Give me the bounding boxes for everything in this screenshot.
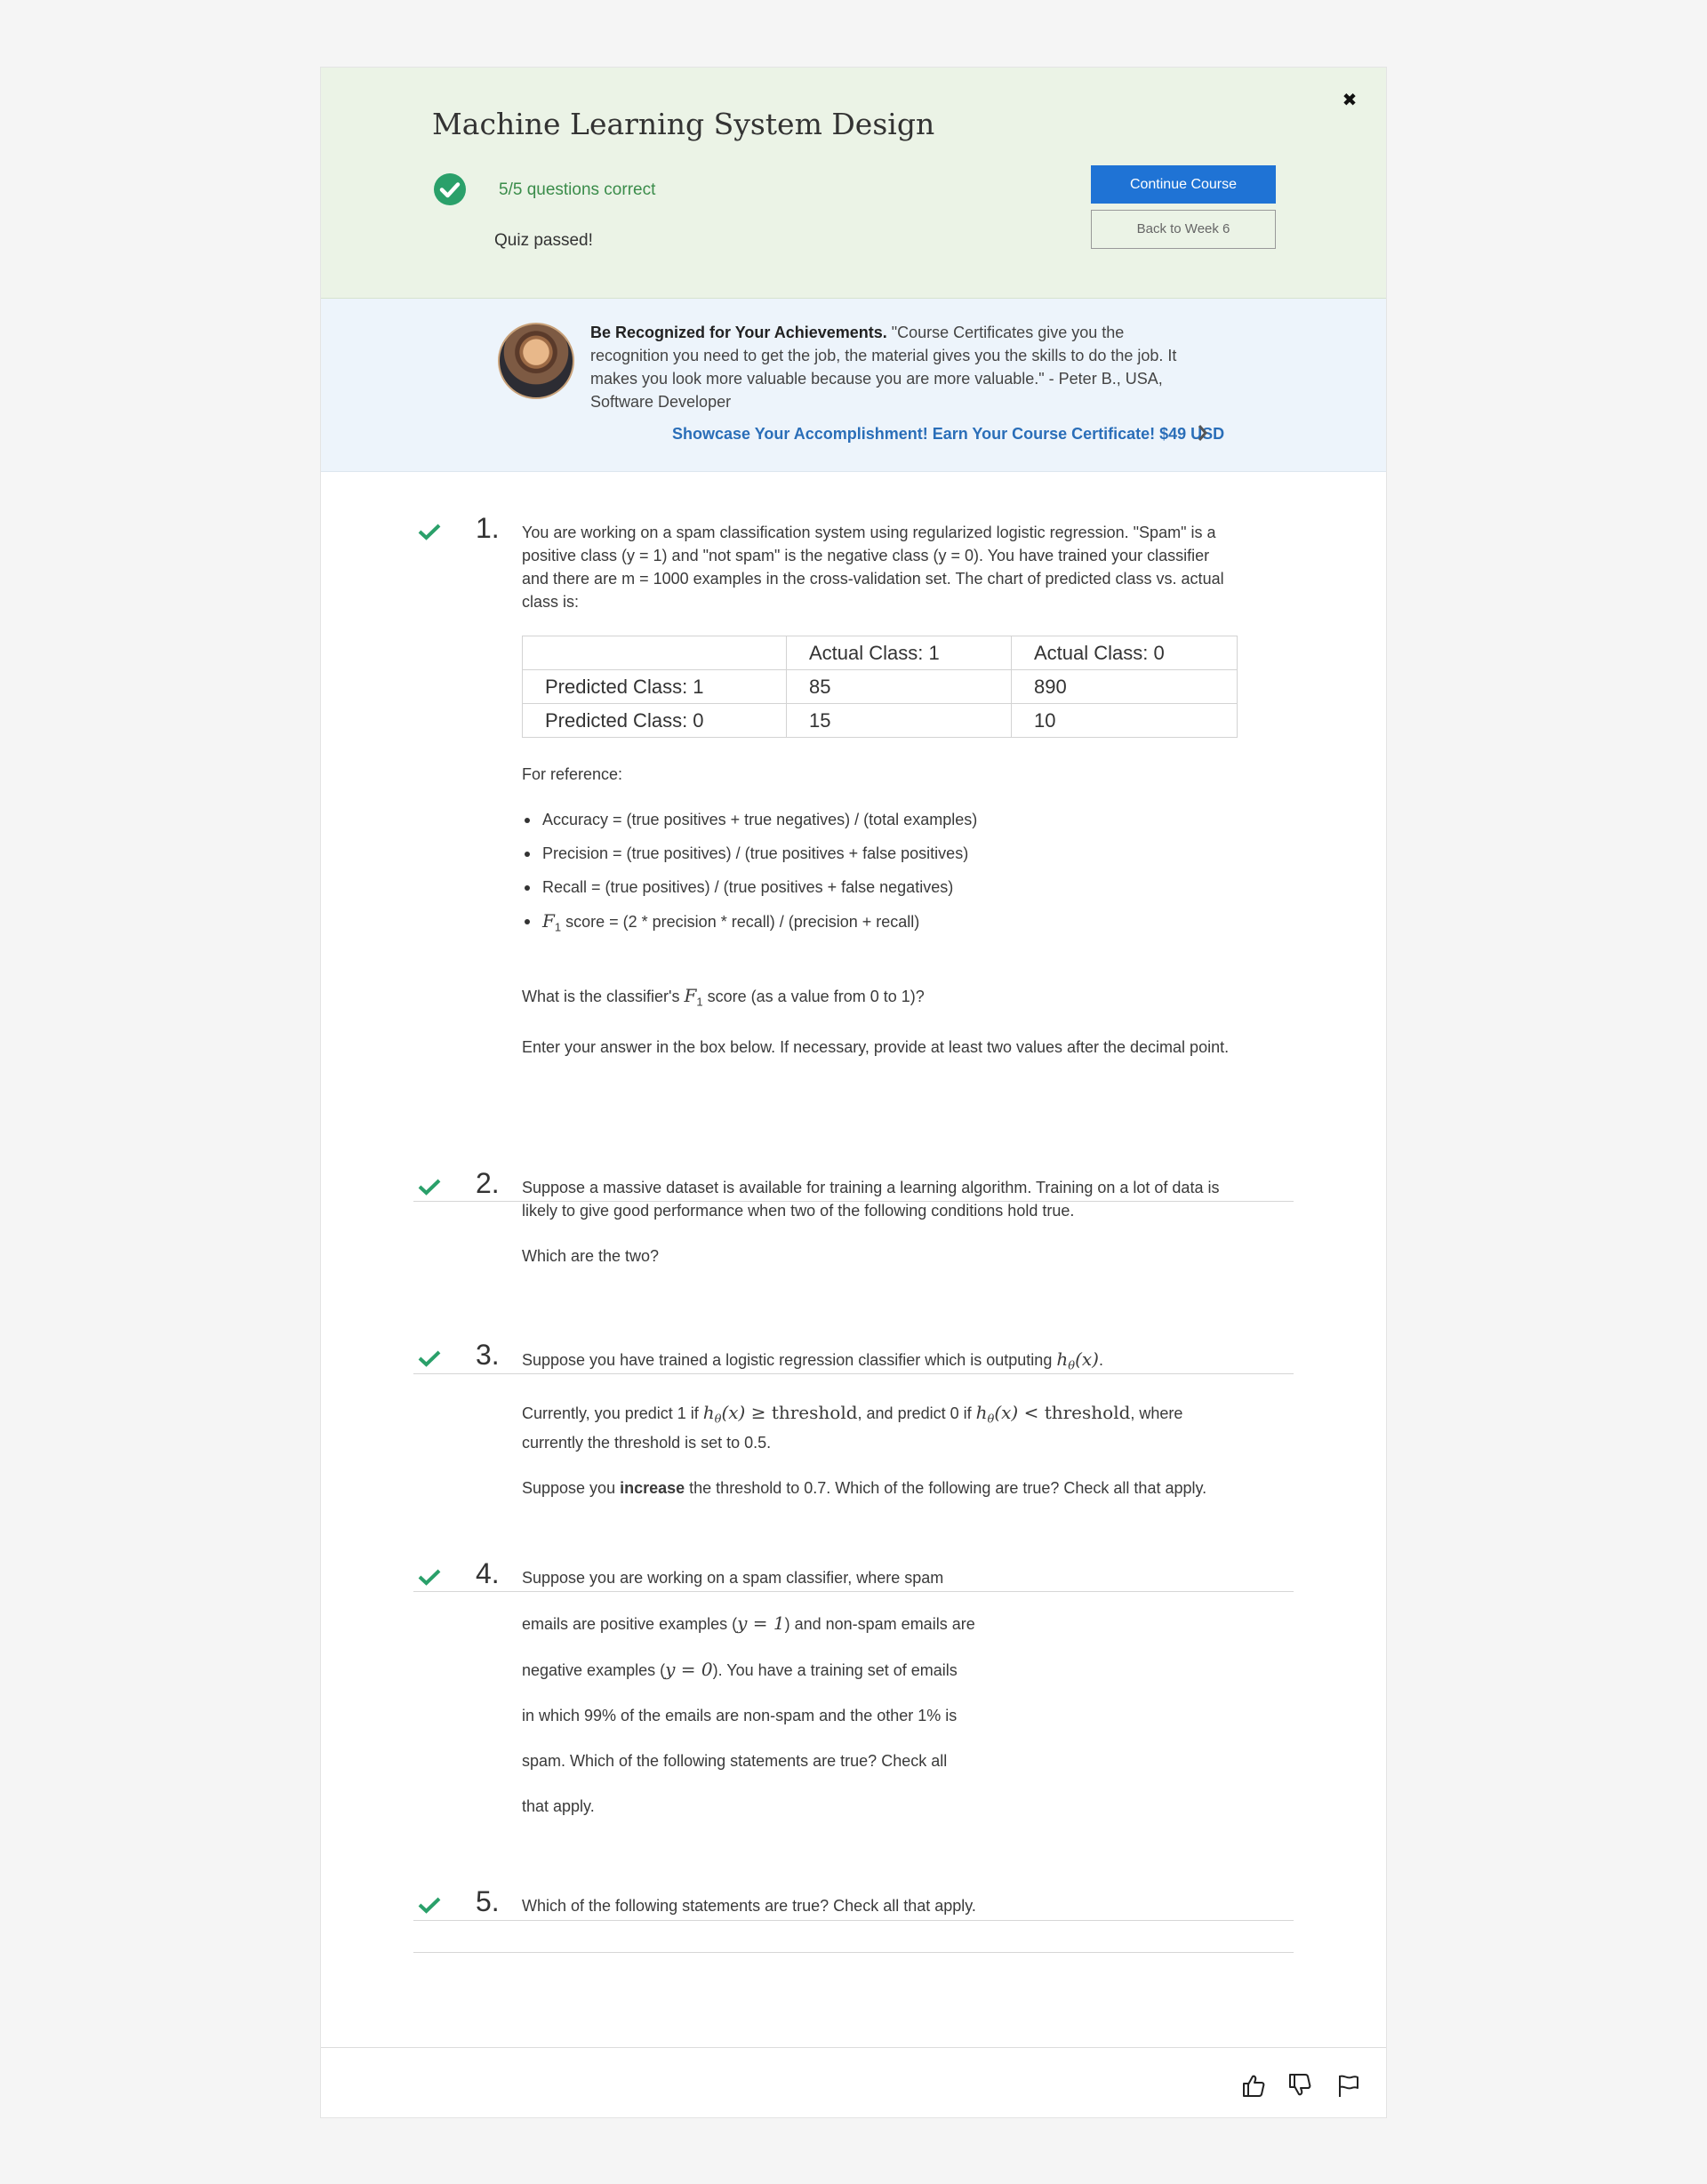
text-span: ). You have a training set of emails: [712, 1661, 958, 1679]
close-icon[interactable]: ✖: [1336, 87, 1363, 114]
confusion-matrix-table: Actual Class: 1 Actual Class: 0 Predicte…: [522, 636, 1238, 738]
question-text: Suppose you increase the threshold to 0.…: [522, 1476, 1233, 1500]
table-cell: 10: [1011, 703, 1238, 738]
question-text: spam. Which of the following statements …: [522, 1752, 948, 1770]
thumbs-up-icon[interactable]: [1240, 2072, 1267, 2099]
back-to-week-button[interactable]: Back to Week 6: [1091, 210, 1276, 249]
question-text: You are working on a spam classification…: [522, 524, 1224, 611]
hypothesis-arg: (x): [1075, 1348, 1099, 1370]
certificate-link[interactable]: Showcase Your Accomplishment! Earn Your …: [672, 425, 1224, 444]
correct-check-icon: [418, 1896, 441, 1914]
chevron-right-icon[interactable]: [1197, 423, 1209, 448]
question-body: Which of the following statements are tr…: [522, 1894, 1233, 1940]
score-text: 5/5 questions correct: [499, 180, 656, 199]
reference-label: For reference:: [522, 765, 623, 783]
question-body: Suppose you are working on a spam classi…: [522, 1566, 1233, 1840]
table-header-row: Actual Class: 1 Actual Class: 0: [522, 636, 1238, 670]
question-text: Suppose a massive dataset is available f…: [522, 1179, 1220, 1220]
quiz-status: Quiz passed!: [494, 231, 593, 250]
table-cell: [522, 636, 787, 670]
table-cell: Predicted Class: 1: [522, 669, 787, 704]
flag-icon[interactable]: [1334, 2072, 1361, 2099]
question-number: 2.: [476, 1167, 500, 1199]
hypothesis-symbol: h: [1056, 1348, 1069, 1370]
promo-heading: Be Recognized for Your Achievements.: [590, 324, 887, 341]
question-text: Suppose you are working on a spam classi…: [522, 1569, 944, 1587]
table-cell: Predicted Class: 0: [522, 703, 787, 738]
page-title: Machine Learning System Design: [432, 107, 935, 141]
text-span: Currently, you predict 1 if: [522, 1404, 703, 1422]
thumbs-down-icon[interactable]: [1286, 2072, 1313, 2099]
question-number: 4.: [476, 1557, 500, 1589]
table-cell: Actual Class: 1: [786, 636, 1012, 670]
question-text: emails are positive examples (y = 1) and…: [522, 1612, 1233, 1636]
text-span: Suppose you: [522, 1479, 621, 1498]
question-number: 3.: [476, 1339, 500, 1371]
question-number: 1.: [476, 512, 500, 544]
question-number: 5.: [476, 1885, 500, 1917]
list-item-text: score = (2 * precision * recall) / (prec…: [561, 913, 920, 931]
text-span: negative examples (: [522, 1661, 666, 1679]
question-text: in which 99% of the emails are non-spam …: [522, 1707, 958, 1724]
question-text: that apply.: [522, 1797, 595, 1815]
correct-check-icon: [418, 1178, 441, 1196]
correct-check-icon: [418, 1568, 441, 1586]
f1-symbol: F: [684, 984, 697, 1006]
quiz-results-modal: ✖ Machine Learning System Design 5/5 que…: [320, 67, 1387, 2118]
hypothesis-subscript: θ: [1068, 1359, 1076, 1373]
text-span: Suppose you have trained a logistic regr…: [522, 1351, 1057, 1369]
question-body: Suppose a massive dataset is available f…: [522, 1176, 1233, 1290]
correct-check-icon: [418, 1349, 441, 1367]
text-span: the threshold to 0.7. Which of the follo…: [685, 1479, 1207, 1498]
avatar: [498, 323, 574, 399]
success-check-icon: [434, 173, 466, 205]
prompt-text: score (as a value from 0 to 1)?: [702, 987, 925, 1005]
math-expression: y = 0: [665, 1659, 713, 1680]
table-row: Predicted Class: 1 85 890: [522, 669, 1238, 704]
list-item: Precision = (true positives) / (true pos…: [522, 842, 1233, 865]
footer-divider: [321, 2047, 1386, 2048]
answer-instruction: Enter your answer in the box below. If n…: [522, 1038, 1230, 1057]
inequality-text: < threshold: [1018, 1401, 1131, 1423]
list-item: Accuracy = (true positives + true negati…: [522, 808, 1233, 831]
hypothesis-symbol: h: [702, 1401, 715, 1423]
text-span: ) and non-spam emails are: [784, 1615, 975, 1633]
question-text: Which are the two?: [522, 1247, 660, 1265]
hypothesis-arg: (x): [721, 1401, 746, 1423]
question-text: Suppose you have trained a logistic regr…: [522, 1348, 1233, 1379]
table-cell: Actual Class: 0: [1011, 636, 1238, 670]
list-item: F1 score = (2 * precision * recall) / (p…: [522, 909, 1233, 940]
divider: [413, 1952, 1294, 1953]
question-body: You are working on a spam classification…: [522, 521, 1238, 1081]
math-expression: y = 1: [737, 1612, 785, 1634]
text-span: emails are positive examples (: [522, 1615, 738, 1633]
question-text: Which of the following statements are tr…: [522, 1897, 976, 1915]
hypothesis-symbol: h: [975, 1401, 988, 1423]
certificate-promo: Be Recognized for Your Achievements. "Co…: [321, 299, 1386, 472]
results-header: ✖ Machine Learning System Design 5/5 que…: [321, 68, 1386, 299]
table-row: Predicted Class: 0 15 10: [522, 703, 1238, 738]
continue-course-button[interactable]: Continue Course: [1091, 165, 1276, 204]
prompt-text: What is the classifier's: [522, 987, 685, 1005]
correct-check-icon: [418, 523, 441, 540]
list-item: Recall = (true positives) / (true positi…: [522, 876, 1233, 899]
question-text: negative examples (y = 0). You have a tr…: [522, 1658, 1233, 1682]
f1-symbol: F: [542, 910, 555, 932]
f1-subscript: 1: [696, 995, 703, 1009]
table-cell: 890: [1011, 669, 1238, 704]
reference-list: Accuracy = (true positives + true negati…: [522, 808, 1233, 940]
text-span: .: [1098, 1351, 1103, 1369]
text-span: , and predict 0 if: [857, 1404, 976, 1422]
question-prompt: What is the classifier's F1 score (as a …: [522, 984, 1233, 1014]
testimonial-text: Be Recognized for Your Achievements. "Co…: [590, 321, 1195, 413]
emphasis-text: increase: [620, 1479, 685, 1498]
question-body: Suppose you have trained a logistic regr…: [522, 1348, 1233, 1522]
hypothesis-arg: (x): [994, 1401, 1019, 1423]
table-cell: 85: [786, 669, 1012, 704]
question-text: Currently, you predict 1 if hθ(x) ≥ thre…: [522, 1401, 1233, 1455]
table-cell: 15: [786, 703, 1012, 738]
inequality-text: ≥ threshold: [745, 1401, 858, 1423]
